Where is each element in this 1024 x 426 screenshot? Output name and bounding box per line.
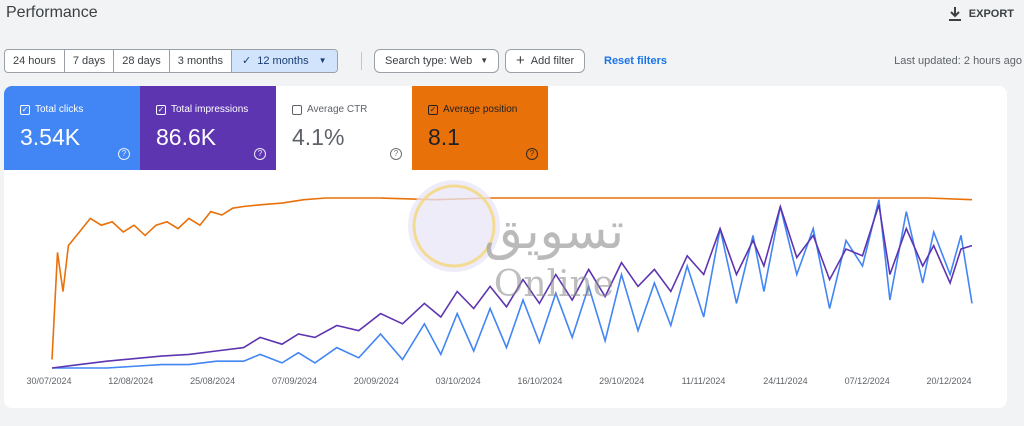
download-icon — [948, 7, 961, 21]
checkbox-checked-icon[interactable]: ✓ — [20, 104, 30, 115]
search-type-dropdown[interactable]: Search type: Web ▼ — [374, 49, 500, 73]
x-tick-label: 07/12/2024 — [845, 376, 890, 386]
plus-icon: + — [516, 52, 525, 69]
metric-value: 86.6K — [156, 124, 217, 150]
metric-tiles: ✓ Total clicks 3.54K ? ✓ Total impressio… — [4, 86, 548, 170]
range-7-days[interactable]: 7 days — [65, 50, 115, 72]
reset-filters-link[interactable]: Reset filters — [604, 55, 667, 67]
metric-value: 3.54K — [20, 124, 81, 150]
date-range-group: 24 hours 7 days 28 days 3 months ✓ 12 mo… — [4, 49, 338, 73]
metric-value: 4.1% — [292, 124, 345, 150]
metric-total-clicks[interactable]: ✓ Total clicks 3.54K ? — [4, 86, 140, 170]
metric-label: Total clicks — [35, 104, 84, 115]
dropdown-caret-icon: ▼ — [318, 56, 327, 65]
metric-average-position[interactable]: ✓ Average position 8.1 ? — [412, 86, 548, 170]
x-tick-label: 30/07/2024 — [26, 376, 71, 386]
checkbox-unchecked-icon[interactable] — [292, 104, 302, 115]
metric-average-ctr[interactable]: Average CTR 4.1% ? — [276, 86, 412, 170]
help-icon[interactable]: ? — [526, 148, 538, 160]
last-updated-text: Last updated: 2 hours ago — [894, 55, 1022, 67]
metric-label-row: ✓ Total impressions — [156, 104, 248, 115]
metric-label: Average position — [443, 104, 518, 115]
x-tick-label: 20/09/2024 — [354, 376, 399, 386]
x-tick-label: 25/08/2024 — [190, 376, 235, 386]
x-tick-label: 07/09/2024 — [272, 376, 317, 386]
x-tick-label: 29/10/2024 — [599, 376, 644, 386]
toolbar-divider — [361, 52, 362, 70]
help-icon[interactable]: ? — [254, 148, 266, 160]
toolbar: 24 hours 7 days 28 days 3 months ✓ 12 mo… — [0, 48, 1024, 76]
add-filter-label: Add filter — [530, 55, 575, 67]
x-tick-label: 03/10/2024 — [436, 376, 481, 386]
export-label: EXPORT — [968, 8, 1014, 20]
metric-label: Total impressions — [171, 104, 249, 115]
checkbox-checked-icon[interactable]: ✓ — [156, 104, 166, 115]
search-type-label: Search type: Web — [385, 55, 473, 67]
metric-label-row: Average CTR — [292, 104, 367, 115]
performance-card: ✓ Total clicks 3.54K ? ✓ Total impressio… — [4, 86, 1007, 408]
range-12-months-label: 12 months — [257, 55, 309, 67]
check-icon: ✓ — [242, 55, 252, 67]
metric-value: 8.1 — [428, 124, 460, 150]
x-tick-label: 11/11/2024 — [682, 376, 726, 386]
range-28-days[interactable]: 28 days — [114, 50, 170, 72]
header: Performance EXPORT — [0, 0, 1024, 32]
range-3-months[interactable]: 3 months — [170, 50, 233, 72]
series-line-total-impressions[interactable] — [51, 203, 973, 369]
series-line-total-clicks[interactable] — [52, 199, 973, 369]
x-tick-label: 24/11/2024 — [763, 376, 807, 386]
checkbox-checked-icon[interactable]: ✓ — [428, 104, 438, 115]
range-12-months[interactable]: ✓ 12 months ▼ — [232, 50, 337, 72]
dropdown-caret-icon: ▼ — [480, 56, 489, 65]
series-line-average-position[interactable] — [51, 197, 973, 360]
x-tick-label: 20/12/2024 — [926, 376, 971, 386]
x-tick-label: 12/08/2024 — [108, 376, 153, 386]
metric-total-impressions[interactable]: ✓ Total impressions 86.6K ? — [140, 86, 276, 170]
page-title: Performance — [6, 4, 98, 21]
metric-label-row: ✓ Total clicks — [20, 104, 83, 115]
help-icon[interactable]: ? — [118, 148, 130, 160]
performance-chart[interactable]: 30/07/2024 12/08/2024 25/08/2024 07/09/2024… — [4, 170, 1007, 408]
metric-label: Average CTR — [307, 104, 368, 115]
range-24-hours[interactable]: 24 hours — [5, 50, 65, 72]
export-button[interactable]: EXPORT — [947, 4, 1014, 24]
help-icon[interactable]: ? — [390, 148, 402, 160]
add-filter-button[interactable]: + Add filter — [505, 49, 586, 73]
metric-label-row: ✓ Average position — [428, 104, 517, 115]
x-tick-label: 16/10/2024 — [517, 376, 562, 386]
